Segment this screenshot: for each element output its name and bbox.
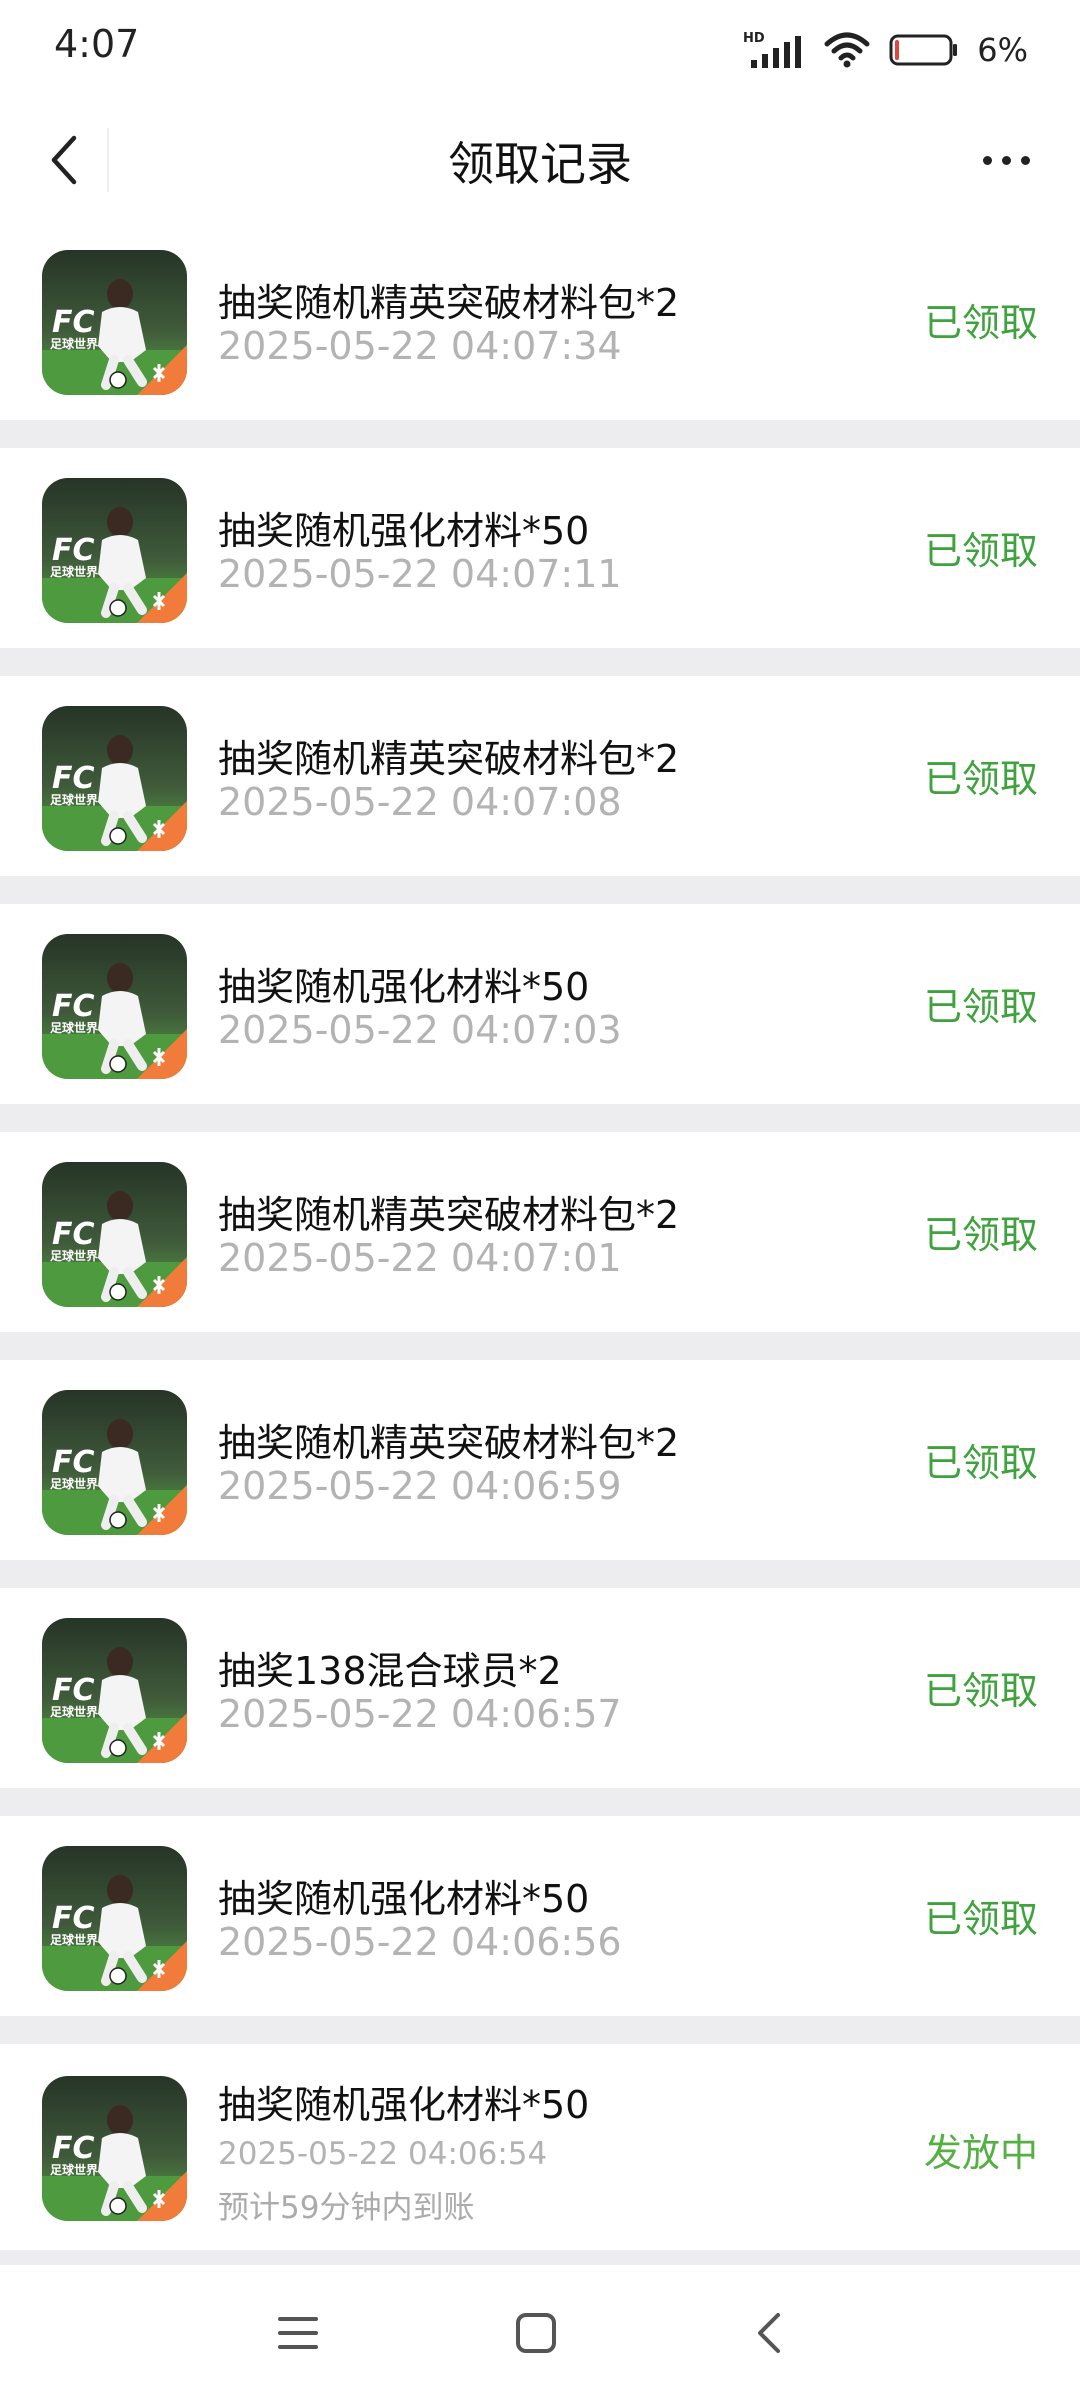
game-logo-text: FC [52,305,95,340]
record-card-5[interactable]: FC 足球世界 抽奖随机精英突破材料包*2 2025-05-22 04:07:0… [0,1132,1080,1332]
wifi-icon [824,32,870,68]
record-title: 抽奖随机精英突破材料包*2 [218,1421,680,1465]
battery-icon [889,34,958,66]
game-logo-text: FC [52,989,95,1024]
status-icons: HD 6% [743,28,1028,72]
network-type-label: HD [743,31,765,46]
record-status: 已领取 [923,985,1038,1029]
cellular-signal-icon: HD [743,31,802,68]
game-logo-text: FC [52,761,95,796]
record-timestamp: 2025-05-22 04:06:54 [218,2136,548,2172]
more-options-button[interactable] [958,124,1054,196]
game-logo-subtext: 足球世界 [50,1704,98,1719]
record-title: 抽奖138混合球员*2 [218,1649,562,1693]
game-logo-icon: FC 足球世界 [42,1390,187,1535]
game-logo-subtext: 足球世界 [50,792,98,807]
back-triangle-icon [758,2313,780,2353]
game-logo-subtext: 足球世界 [50,1476,98,1491]
record-timestamp: 2025-05-22 04:06:56 [218,1920,622,1964]
record-card-9[interactable]: FC 足球世界 抽奖随机强化材料*50 2025-05-22 04:06:54 … [0,2044,1080,2250]
game-logo-text: FC [52,533,95,568]
menu-icon [278,2317,318,2349]
game-app-icon: FC 足球世界 [42,1390,187,1535]
more-dot-icon [1001,155,1011,165]
record-timestamp: 2025-05-22 04:07:11 [218,552,622,596]
record-status: 已领取 [923,1213,1038,1257]
game-logo-icon: FC 足球世界 [42,2076,187,2221]
record-status: 已领取 [923,529,1038,573]
game-logo-icon: FC 足球世界 [42,1846,187,1991]
record-title: 抽奖随机强化材料*50 [218,2083,590,2127]
game-logo-subtext: 足球世界 [50,2162,98,2177]
game-app-icon: FC 足球世界 [42,250,187,395]
record-title: 抽奖随机精英突破材料包*2 [218,281,680,325]
game-app-icon: FC 足球世界 [42,2076,187,2221]
game-logo-subtext: 足球世界 [50,564,98,579]
game-logo-subtext: 足球世界 [50,1248,98,1263]
record-status: 已领取 [923,757,1038,801]
record-timestamp: 2025-05-22 04:07:03 [218,1008,622,1052]
page-title: 领取记录 [448,137,632,191]
record-title: 抽奖随机强化材料*50 [218,509,590,553]
record-card-4[interactable]: FC 足球世界 抽奖随机强化材料*50 2025-05-22 04:07:03 … [0,904,1080,1104]
record-card-2[interactable]: FC 足球世界 抽奖随机强化材料*50 2025-05-22 04:07:11 … [0,448,1080,648]
system-navigation-bar [0,2265,1080,2400]
game-logo-icon: FC 足球世界 [42,934,187,1079]
record-timestamp: 2025-05-22 04:06:59 [218,1464,622,1508]
record-card-6[interactable]: FC 足球世界 抽奖随机精英突破材料包*2 2025-05-22 04:06:5… [0,1360,1080,1560]
status-bar: 4:07 HD 6% [0,0,1080,100]
game-logo-text: FC [52,1445,95,1480]
home-square-icon [516,2313,556,2353]
game-logo-subtext: 足球世界 [50,1932,98,1947]
record-status: 发放中 [923,2131,1038,2175]
record-card-8[interactable]: FC 足球世界 抽奖随机强化材料*50 2025-05-22 04:06:56 … [0,1816,1080,2016]
game-app-icon: FC 足球世界 [42,1618,187,1763]
game-logo-text: FC [52,2131,95,2166]
home-button[interactable] [496,2293,576,2373]
game-logo-text: FC [52,1673,95,1708]
more-dot-icon [982,155,992,165]
battery-fill [895,40,900,60]
game-logo-icon: FC 足球世界 [42,706,187,851]
record-status: 已领取 [923,1441,1038,1485]
record-timestamp: 2025-05-22 04:07:01 [218,1236,622,1280]
game-logo-subtext: 足球世界 [50,336,98,351]
record-timestamp: 2025-05-22 04:07:08 [218,780,622,824]
game-app-icon: FC 足球世界 [42,1162,187,1307]
battery-percent: 6% [977,31,1028,69]
record-title: 抽奖随机强化材料*50 [218,965,590,1009]
more-dot-icon [1020,155,1030,165]
game-logo-subtext: 足球世界 [50,1020,98,1035]
record-title: 抽奖随机精英突破材料包*2 [218,737,680,781]
record-card-1[interactable]: FC 足球世界 抽奖随机精英突破材料包*2 2025-05-22 04:07:3… [0,220,1080,420]
record-title: 抽奖随机精英突破材料包*2 [218,1193,680,1237]
record-status: 已领取 [923,301,1038,345]
menu-button[interactable] [258,2293,338,2373]
game-logo-text: FC [52,1217,95,1252]
record-timestamp: 2025-05-22 04:07:34 [218,324,622,368]
game-logo-icon: FC 足球世界 [42,1618,187,1763]
game-logo-icon: FC 足球世界 [42,1162,187,1307]
system-back-button[interactable] [730,2293,810,2373]
record-status: 已领取 [923,1669,1038,1713]
status-time: 4:07 [54,22,140,66]
record-timestamp: 2025-05-22 04:06:57 [218,1692,622,1736]
record-title: 抽奖随机强化材料*50 [218,1877,590,1921]
record-note: 预计59分钟内到账 [218,2190,475,2226]
claim-record-list[interactable]: FC 足球世界 抽奖随机精英突破材料包*2 2025-05-22 04:07:3… [0,220,1080,2265]
game-app-icon: FC 足球世界 [42,1846,187,1991]
record-card-3[interactable]: FC 足球世界 抽奖随机精英突破材料包*2 2025-05-22 04:07:0… [0,676,1080,876]
game-logo-text: FC [52,1901,95,1936]
game-app-icon: FC 足球世界 [42,706,187,851]
game-logo-icon: FC 足球世界 [42,478,187,623]
game-logo-icon: FC 足球世界 [42,250,187,395]
navigation-bar: 领取记录 [0,100,1080,220]
record-status: 已领取 [923,1897,1038,1941]
game-app-icon: FC 足球世界 [42,478,187,623]
game-app-icon: FC 足球世界 [42,934,187,1079]
record-card-7[interactable]: FC 足球世界 抽奖138混合球员*2 2025-05-22 04:06:57 … [0,1588,1080,1788]
